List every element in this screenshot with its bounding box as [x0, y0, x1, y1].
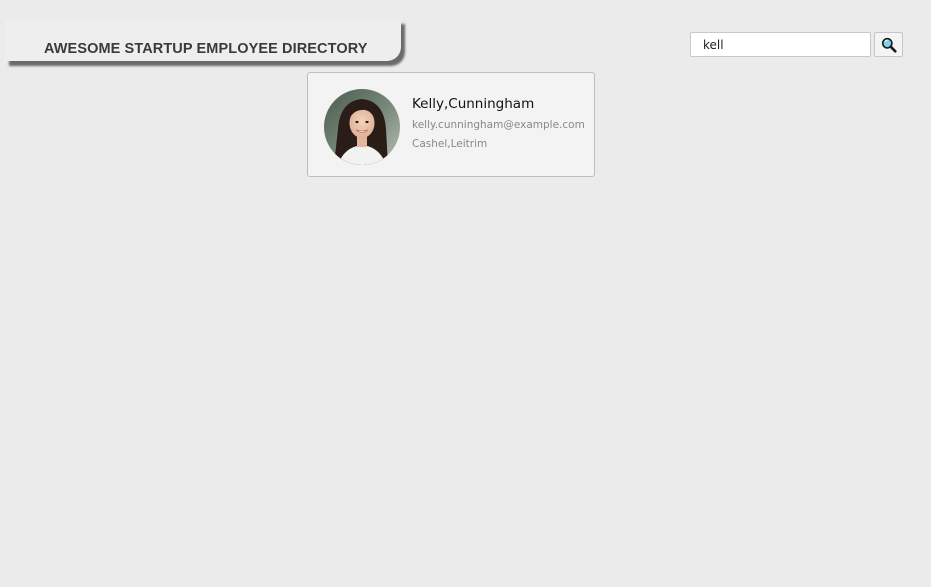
- employee-card[interactable]: Kelly,Cunningham kelly.cunningham@exampl…: [307, 72, 595, 177]
- employee-name: Kelly,Cunningham: [412, 96, 535, 112]
- employee-photo: [324, 89, 400, 165]
- header-banner: AWESOME STARTUP EMPLOYEE DIRECTORY: [5, 19, 401, 61]
- employee-location: Cashel,Leitrim: [412, 138, 488, 150]
- employee-email: kelly.cunningham@example.com: [412, 119, 585, 131]
- search-input[interactable]: [690, 32, 871, 57]
- search-icon: [881, 37, 897, 53]
- search-button[interactable]: [874, 32, 903, 57]
- page-title: AWESOME STARTUP EMPLOYEE DIRECTORY: [44, 41, 368, 57]
